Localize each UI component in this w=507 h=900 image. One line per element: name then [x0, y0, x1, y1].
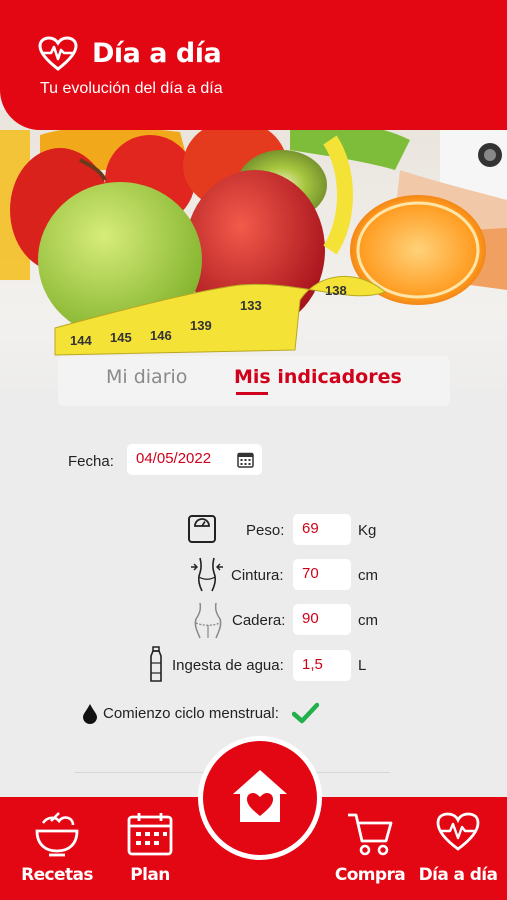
checkmark-icon[interactable] — [292, 702, 319, 724]
agua-label: Ingesta de agua: — [172, 657, 284, 674]
home-button-ring — [198, 736, 322, 860]
tab-mis-indicadores[interactable]: Mis indicadores — [234, 366, 402, 388]
svg-text:138: 138 — [325, 283, 347, 298]
nav-dia-a-dia[interactable]: Día a día — [414, 797, 502, 900]
peso-unit: Kg — [358, 522, 377, 539]
waist-icon — [191, 557, 223, 592]
salad-bowl-icon — [35, 812, 79, 857]
nav-recetas[interactable]: Recetas — [14, 797, 100, 900]
shopping-cart-icon — [348, 813, 393, 856]
svg-text:139: 139 — [190, 318, 212, 333]
agua-unit: L — [358, 657, 367, 674]
water-bottle-icon — [150, 646, 162, 682]
page-subtitle: Tu evolución del día a día — [40, 80, 223, 97]
cintura-unit: cm — [358, 567, 378, 584]
nav-plan-label: Plan — [130, 865, 170, 885]
peso-label: Peso: — [246, 522, 285, 539]
hip-icon — [194, 602, 222, 639]
calendar-icon — [127, 813, 173, 856]
fecha-value: 04/05/2022 — [136, 450, 212, 467]
svg-text:146: 146 — [150, 328, 172, 343]
drop-icon — [83, 704, 97, 724]
svg-text:145: 145 — [110, 330, 132, 345]
scale-icon — [188, 515, 216, 543]
nav-compra[interactable]: Compra — [330, 797, 410, 900]
fecha-field[interactable]: 04/05/2022 — [127, 444, 262, 475]
cintura-input[interactable]: 70 — [293, 559, 351, 590]
agua-input[interactable]: 1,5 — [293, 650, 351, 681]
cadera-unit: cm — [358, 612, 378, 629]
app-header: Día a día Tu evolución del día a día — [0, 0, 507, 130]
cadera-label: Cadera: — [232, 612, 286, 629]
peso-input[interactable]: 69 — [293, 514, 351, 545]
svg-text:133: 133 — [240, 298, 262, 313]
ciclo-label: Comienzo ciclo menstrual: — [103, 705, 279, 722]
nav-plan[interactable]: Plan — [108, 797, 192, 900]
nav-dia-label: Día a día — [418, 865, 498, 885]
calendar-icon[interactable] — [237, 451, 254, 468]
tab-mi-diario[interactable]: Mi diario — [106, 366, 187, 388]
nav-compra-label: Compra — [334, 865, 406, 885]
cintura-label: Cintura: — [231, 567, 284, 584]
page-title: Día a día — [92, 38, 222, 69]
heart-pulse-icon — [436, 812, 480, 851]
active-tab-indicator — [236, 392, 268, 395]
nav-recetas-label: Recetas — [21, 865, 93, 885]
home-button[interactable] — [203, 741, 317, 855]
svg-text:144: 144 — [70, 333, 92, 348]
tab-bar: Mi diario Mis indicadores — [58, 356, 450, 406]
fecha-label: Fecha: — [68, 453, 114, 470]
heart-pulse-icon — [38, 36, 78, 71]
home-heart-icon — [233, 770, 287, 822]
cadera-input[interactable]: 90 — [293, 604, 351, 635]
